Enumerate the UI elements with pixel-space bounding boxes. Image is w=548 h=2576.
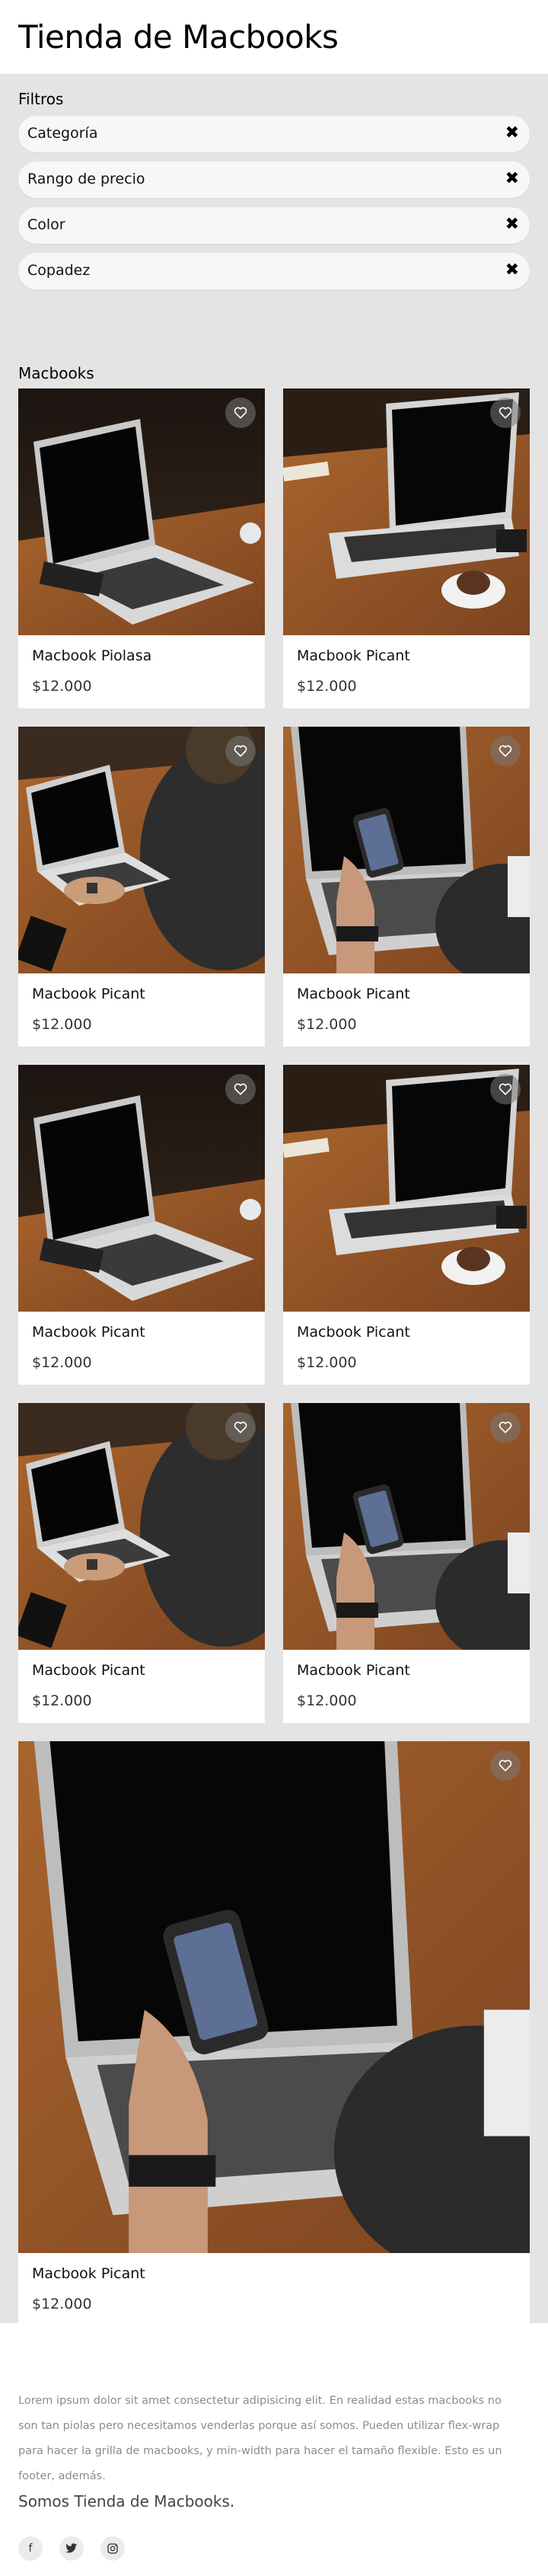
- heart-icon[interactable]: [225, 398, 256, 428]
- close-icon[interactable]: ✖: [505, 215, 519, 234]
- page-title: Tienda de Macbooks: [18, 18, 339, 56]
- product-name: Macbook Picant: [297, 1662, 410, 1679]
- filter-price-range[interactable]: Rango de precio ✖: [18, 161, 530, 198]
- product-image: [18, 727, 265, 973]
- close-icon[interactable]: ✖: [505, 169, 519, 188]
- product-image: [18, 1403, 265, 1650]
- filter-label: Categoría: [27, 125, 98, 142]
- product-card[interactable]: Macbook Picant $12.000: [283, 1403, 530, 1723]
- close-icon[interactable]: ✖: [505, 123, 519, 142]
- product-card[interactable]: Macbook Picant $12.000: [18, 727, 265, 1047]
- product-image: [283, 1065, 530, 1312]
- filter-copadez[interactable]: Copadez ✖: [18, 253, 530, 289]
- heart-icon[interactable]: [490, 736, 521, 766]
- filter-category[interactable]: Categoría ✖: [18, 116, 530, 152]
- product-image: [18, 1065, 265, 1312]
- product-name: Macbook Picant: [297, 1324, 410, 1341]
- product-name: Macbook Picant: [297, 986, 410, 1002]
- product-name: Macbook Picant: [32, 1324, 145, 1341]
- product-card[interactable]: Macbook Picant $12.000: [283, 388, 530, 708]
- footer-description: Lorem ipsum dolor sit amet consectetur a…: [18, 2395, 502, 2482]
- filter-label: Rango de precio: [27, 171, 145, 187]
- product-price: $12.000: [32, 2296, 92, 2312]
- product-card[interactable]: Macbook Picant $12.000: [18, 1741, 530, 2326]
- filter-label: Copadez: [27, 262, 91, 279]
- product-image: [283, 388, 530, 635]
- product-name: Macbook Picant: [32, 1662, 145, 1679]
- heart-icon[interactable]: [225, 1412, 256, 1443]
- product-image: [283, 727, 530, 973]
- footer: Lorem ipsum dolor sit amet consectetur a…: [0, 2323, 548, 2576]
- product-name: Macbook Piolasa: [32, 647, 152, 664]
- heart-icon[interactable]: [490, 1750, 521, 1781]
- filter-color[interactable]: Color ✖: [18, 207, 530, 244]
- heart-icon[interactable]: [490, 1074, 521, 1104]
- facebook-icon[interactable]: f: [18, 2536, 43, 2561]
- product-card[interactable]: Macbook Picant $12.000: [283, 727, 530, 1047]
- product-card[interactable]: Macbook Picant $12.000: [18, 1403, 265, 1723]
- product-price: $12.000: [32, 1692, 92, 1709]
- filter-label: Color: [27, 216, 65, 233]
- product-price: $12.000: [297, 678, 357, 695]
- product-price: $12.000: [297, 1016, 357, 1033]
- product-card[interactable]: Macbook Picant $12.000: [18, 1065, 265, 1385]
- heart-icon[interactable]: [490, 398, 521, 428]
- products-section-title: Macbooks: [18, 364, 94, 382]
- twitter-icon[interactable]: [59, 2536, 84, 2561]
- product-price: $12.000: [32, 1016, 92, 1033]
- product-price: $12.000: [297, 1354, 357, 1371]
- footer-brand: Somos Tienda de Macbooks.: [18, 2492, 235, 2510]
- product-image: [283, 1403, 530, 1650]
- heart-icon[interactable]: [490, 1412, 521, 1443]
- product-price: $12.000: [297, 1692, 357, 1709]
- product-card[interactable]: Macbook Piolasa $12.000: [18, 388, 265, 708]
- app-header: Tienda de Macbooks: [0, 0, 548, 74]
- heart-icon[interactable]: [225, 1074, 256, 1104]
- product-image: [18, 388, 265, 635]
- close-icon[interactable]: ✖: [505, 260, 519, 280]
- filters-title: Filtros: [18, 90, 64, 108]
- product-price: $12.000: [32, 1354, 92, 1371]
- product-name: Macbook Picant: [297, 647, 410, 664]
- product-price: $12.000: [32, 678, 92, 695]
- product-name: Macbook Picant: [32, 986, 145, 1002]
- instagram-icon[interactable]: [100, 2536, 125, 2561]
- product-name: Macbook Picant: [32, 2265, 145, 2282]
- product-image: [18, 1741, 530, 2253]
- product-card[interactable]: Macbook Picant $12.000: [283, 1065, 530, 1385]
- heart-icon[interactable]: [225, 736, 256, 766]
